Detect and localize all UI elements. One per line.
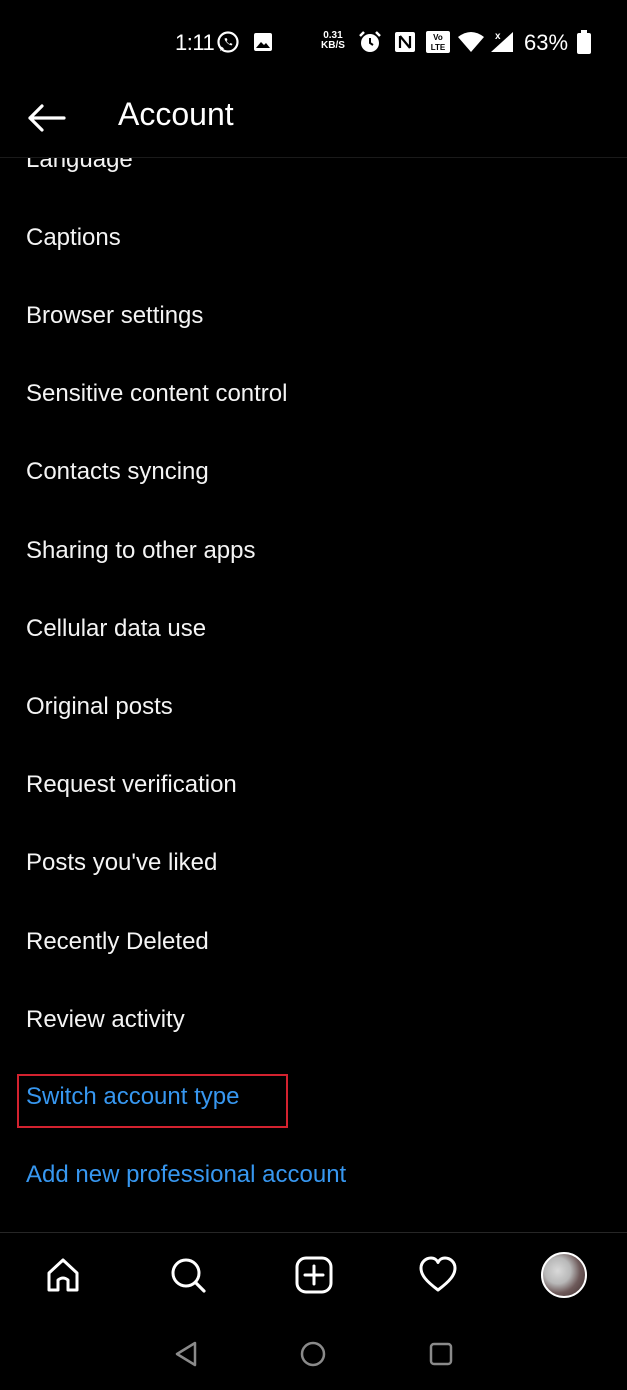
system-recents-button[interactable]	[423, 1336, 459, 1372]
wifi-icon	[457, 30, 485, 54]
profile-avatar	[541, 1252, 587, 1298]
nfc-icon	[393, 30, 417, 54]
menu-item-recently-deleted[interactable]: Recently Deleted	[26, 928, 209, 956]
svg-text:LTE: LTE	[431, 43, 446, 52]
back-arrow-icon	[28, 104, 66, 132]
whatsapp-icon	[215, 30, 241, 54]
home-icon	[47, 1258, 79, 1292]
search-icon	[171, 1258, 206, 1293]
gallery-icon	[251, 30, 275, 54]
recents-square-icon	[429, 1342, 453, 1366]
nav-home-button[interactable]	[39, 1251, 87, 1299]
status-time: 1:11	[175, 30, 215, 55]
signal-icon: x	[488, 30, 516, 54]
menu-item-original-posts[interactable]: Original posts	[26, 693, 173, 721]
battery-percent: 63%	[524, 30, 569, 55]
svg-text:x: x	[495, 31, 501, 42]
menu-item-posts-youve-liked[interactable]: Posts you've liked	[26, 849, 217, 877]
activity-heart-icon	[419, 1256, 457, 1292]
back-button[interactable]	[24, 96, 68, 140]
system-back-button[interactable]	[168, 1336, 204, 1372]
menu-item-cellular-data-use[interactable]: Cellular data use	[26, 615, 206, 643]
system-navigation-bar	[0, 1316, 627, 1390]
menu-item-sensitive-content-control[interactable]: Sensitive content control	[26, 380, 287, 408]
system-home-button[interactable]	[295, 1336, 331, 1372]
nav-activity-button[interactable]	[414, 1251, 462, 1299]
menu-item-browser-settings[interactable]: Browser settings	[26, 302, 203, 330]
menu-item-captions[interactable]: Captions	[26, 224, 121, 252]
alarm-icon	[357, 30, 383, 54]
nav-search-button[interactable]	[164, 1251, 212, 1299]
svg-text:Vo: Vo	[433, 33, 443, 42]
switch-account-type-link[interactable]: Switch account type	[26, 1083, 239, 1111]
network-speed: 0.31 KB/S	[321, 31, 345, 51]
bottom-navigation	[0, 1232, 627, 1316]
nav-new-post-button[interactable]	[290, 1251, 338, 1299]
account-settings-list: Language Captions Browser settings Sensi…	[0, 120, 627, 1232]
battery-icon	[576, 30, 592, 54]
app-header: Account	[0, 86, 627, 158]
volte-icon: Vo LTE	[425, 30, 451, 54]
network-speed-unit: KB/S	[321, 40, 345, 51]
home-circle-icon	[300, 1341, 326, 1367]
status-bar: 1:11 0.31 KB/S Vo LTE x 63%	[0, 0, 627, 86]
new-post-icon	[295, 1256, 333, 1294]
menu-item-sharing-to-other-apps[interactable]: Sharing to other apps	[26, 537, 256, 565]
menu-item-contacts-syncing[interactable]: Contacts syncing	[26, 458, 209, 486]
page-title: Account	[118, 96, 234, 132]
back-triangle-icon	[175, 1341, 197, 1367]
nav-profile-button[interactable]	[540, 1251, 588, 1299]
menu-item-request-verification[interactable]: Request verification	[26, 771, 237, 799]
menu-item-review-activity[interactable]: Review activity	[26, 1006, 185, 1034]
add-professional-account-link[interactable]: Add new professional account	[26, 1161, 346, 1189]
